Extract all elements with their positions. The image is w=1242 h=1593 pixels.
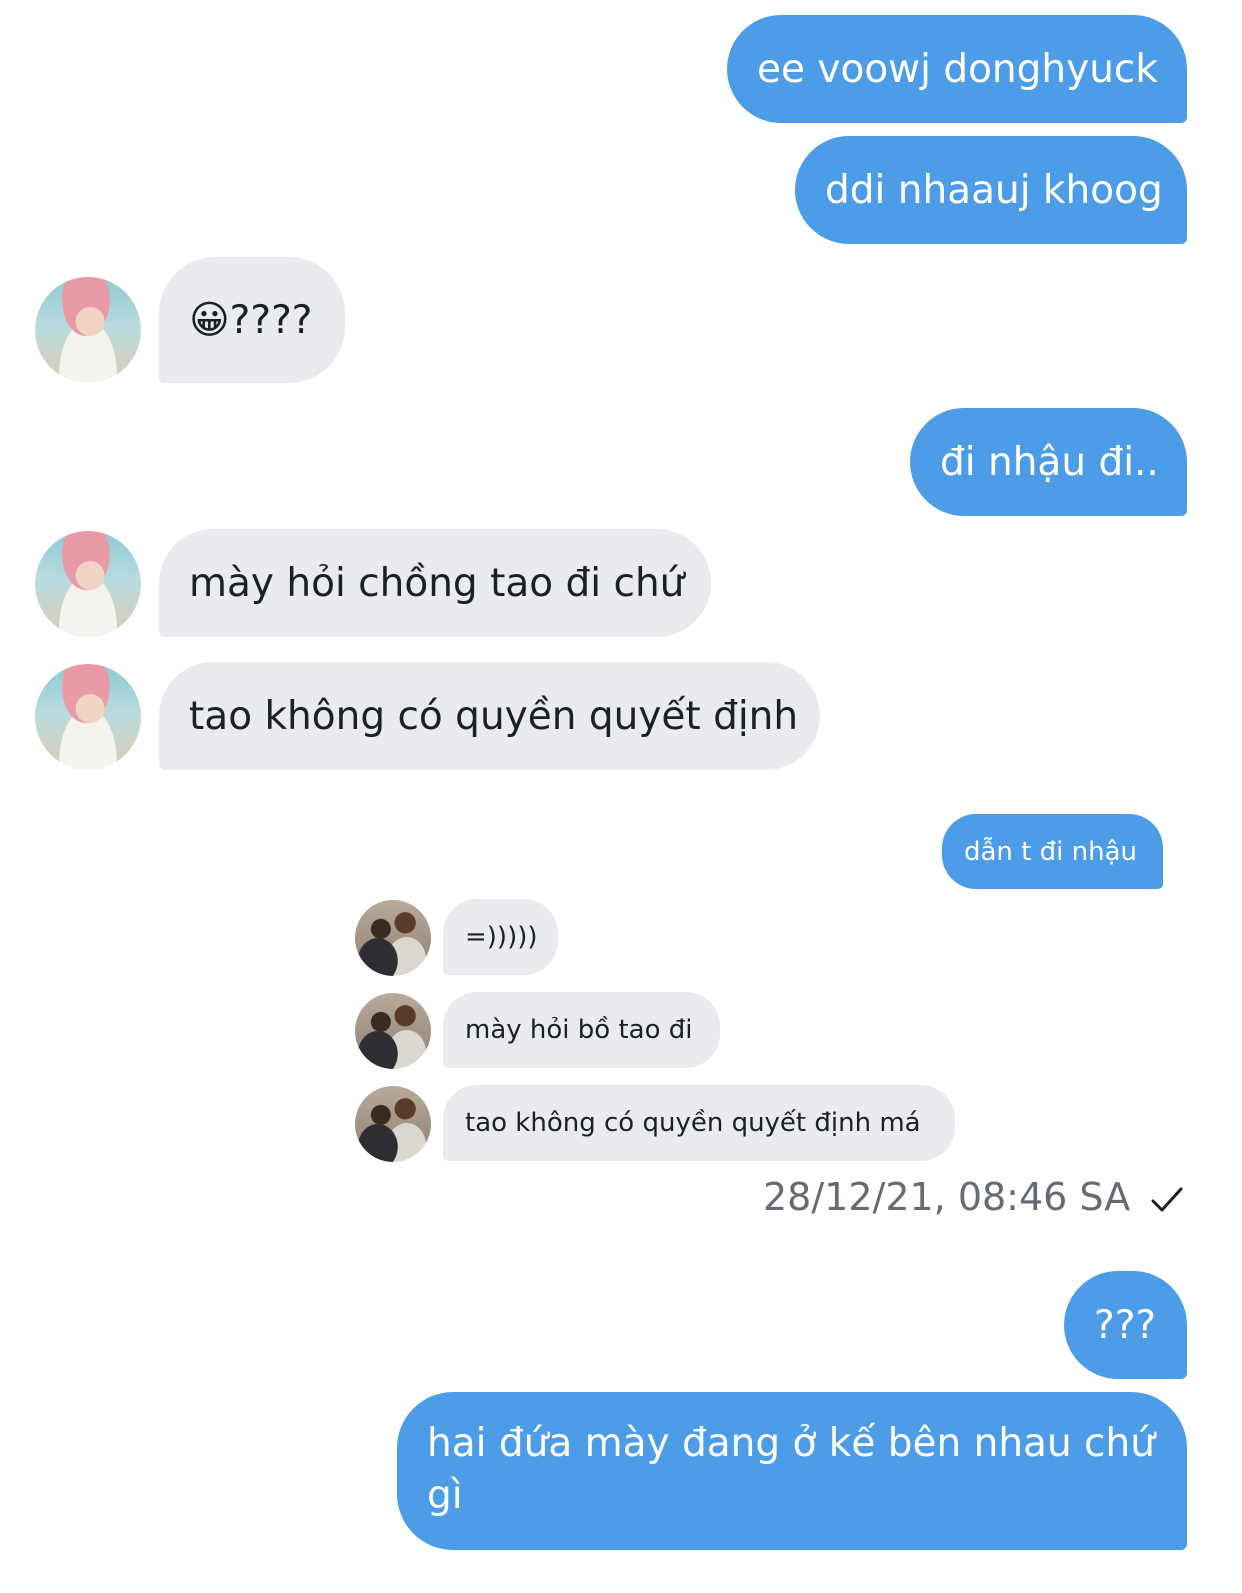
contact-avatar[interactable]	[355, 900, 431, 976]
contact-avatar[interactable]	[35, 664, 141, 770]
checkmark-icon	[1151, 1187, 1183, 1212]
message-text: mày hỏi chồng tao đi chứ	[189, 560, 685, 606]
outgoing-message[interactable]: hai đứa mày đang ở kế bên nhau chứ gì	[397, 1392, 1187, 1550]
contact-avatar[interactable]	[35, 531, 141, 637]
message-timestamp: 28/12/21, 08:46 SA	[763, 1175, 1131, 1219]
message-text: ????	[229, 297, 313, 343]
message-text: mày hỏi bồ tao đi	[465, 1015, 693, 1045]
message-text: dẫn t đi nhậu	[964, 836, 1137, 867]
incoming-message[interactable]: 😀????	[159, 257, 345, 383]
incoming-message[interactable]: tao không có quyền quyết định	[159, 662, 820, 770]
outgoing-message[interactable]: ee voowj donghyuck	[727, 15, 1187, 123]
message-text: ddi nhaauj khoog	[825, 167, 1163, 213]
contact-avatar[interactable]	[35, 277, 141, 383]
contact-avatar[interactable]	[355, 1086, 431, 1162]
emoji: 😀	[189, 297, 230, 343]
incoming-message[interactable]: mày hỏi bồ tao đi	[443, 992, 720, 1068]
message-text: tao không có quyền quyết định	[189, 693, 799, 739]
incoming-message[interactable]: mày hỏi chồng tao đi chứ	[159, 529, 711, 637]
message-text: ???	[1094, 1302, 1157, 1348]
incoming-message[interactable]: tao không có quyền quyết định má	[443, 1085, 955, 1161]
message-text: đi nhậu đi..	[940, 439, 1159, 485]
contact-avatar[interactable]	[355, 993, 431, 1069]
message-text: =)))))	[465, 922, 538, 952]
outgoing-message[interactable]: đi nhậu đi..	[910, 408, 1187, 516]
outgoing-message[interactable]: ddi nhaauj khoog	[795, 136, 1187, 244]
message-text: hai đứa mày đang ở kế bên nhau chứ gì	[427, 1421, 1155, 1518]
outgoing-message[interactable]: dẫn t đi nhậu	[942, 814, 1163, 889]
message-text: ee voowj donghyuck	[757, 46, 1158, 92]
message-text: tao không có quyền quyết định má	[465, 1108, 921, 1138]
incoming-message[interactable]: =)))))	[443, 899, 558, 975]
outgoing-message[interactable]: ???	[1064, 1271, 1187, 1379]
